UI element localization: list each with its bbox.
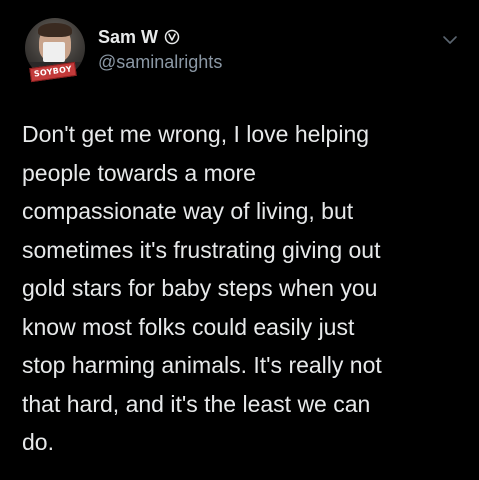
author-display-name[interactable]: Sam W	[98, 26, 158, 48]
avatar-hair	[38, 23, 72, 37]
circle-v-icon	[164, 29, 180, 45]
tweet-card: SOYBOY Sam W @saminalrights Don't get me…	[0, 0, 479, 480]
chevron-down-icon[interactable]	[441, 31, 459, 49]
avatar-mug	[43, 42, 65, 62]
author-name-row[interactable]: Sam W	[98, 26, 180, 48]
author-handle[interactable]: @saminalrights	[98, 51, 222, 73]
tweet-text: Don't get me wrong, I love helping peopl…	[22, 121, 382, 455]
